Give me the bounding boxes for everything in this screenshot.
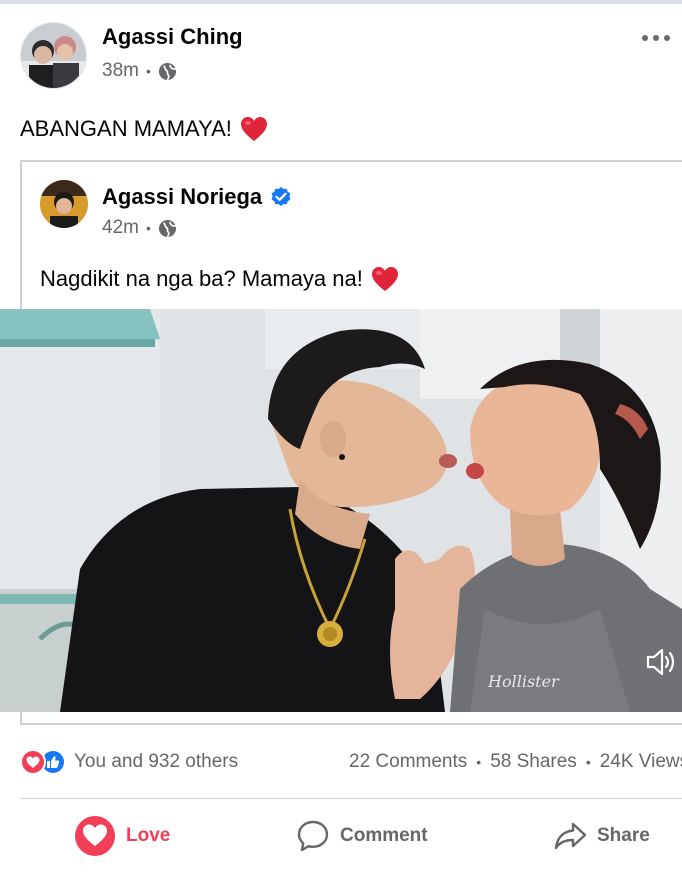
love-reaction-icon xyxy=(20,749,46,775)
views-count: 24K Views xyxy=(599,751,682,772)
video-frame: Hollister xyxy=(0,309,682,712)
shared-author-avatar[interactable] xyxy=(40,180,88,228)
shared-post-header: Agassi Noriega 42m • xyxy=(40,180,640,240)
comment-button-label: Comment xyxy=(340,825,428,846)
shared-post-text: Nagdikit na nga ba? Mamaya na! xyxy=(40,266,399,292)
post-meta: 38m • xyxy=(102,59,177,83)
shared-post-meta: 42m • xyxy=(102,217,177,239)
shirt-logo-text: Hollister xyxy=(487,672,560,691)
top-divider xyxy=(0,0,682,4)
stats-separator: • xyxy=(585,754,591,770)
shared-author-name-text: Agassi Noriega xyxy=(102,184,263,209)
post-text: ABANGAN MAMAYA! xyxy=(20,116,268,142)
globe-icon xyxy=(158,219,177,237)
meta-separator: • xyxy=(145,220,151,236)
verified-badge-icon xyxy=(271,187,291,206)
shared-author-name[interactable]: Agassi Noriega xyxy=(102,184,292,210)
volume-icon[interactable] xyxy=(644,645,678,679)
globe-icon xyxy=(158,62,177,80)
heart-emoji-icon xyxy=(371,267,398,291)
comments-count[interactable]: 22 Comments xyxy=(349,751,467,773)
post-text-content: ABANGAN MAMAYA! xyxy=(20,116,232,141)
shared-post-time[interactable]: 42m xyxy=(102,217,139,239)
share-button-label: Share xyxy=(597,825,650,846)
shares-count[interactable]: 58 Shares xyxy=(490,751,577,773)
meta-separator: • xyxy=(145,63,151,79)
love-button-label: Love xyxy=(126,825,171,846)
comment-icon xyxy=(297,820,329,852)
shared-post-text-content: Nagdikit na nga ba? Mamaya na! xyxy=(40,266,363,291)
reactions-summary[interactable]: You and 932 others xyxy=(20,749,238,775)
share-icon xyxy=(554,822,587,850)
actions-divider xyxy=(20,798,682,799)
post-time[interactable]: 38m xyxy=(102,60,139,82)
author-avatar[interactable] xyxy=(20,22,87,89)
share-button[interactable]: Share xyxy=(553,813,650,859)
love-icon xyxy=(75,816,115,856)
video-player[interactable]: Hollister xyxy=(0,309,682,712)
author-name[interactable]: Agassi Ching xyxy=(102,24,243,50)
engagement-counts: 22 Comments • 58 Shares • 24K Views xyxy=(349,745,682,779)
love-button[interactable]: Love xyxy=(74,813,170,859)
post-stats: You and 932 others 22 Comments • 58 Shar… xyxy=(20,745,682,779)
comment-button[interactable]: Comment xyxy=(296,813,428,859)
post-header: Agassi Ching 38m • xyxy=(20,22,670,94)
reactions-count: You and 932 others xyxy=(74,751,239,772)
heart-emoji-icon xyxy=(240,117,267,141)
more-options-icon[interactable] xyxy=(642,28,670,48)
stats-separator: • xyxy=(476,754,482,770)
